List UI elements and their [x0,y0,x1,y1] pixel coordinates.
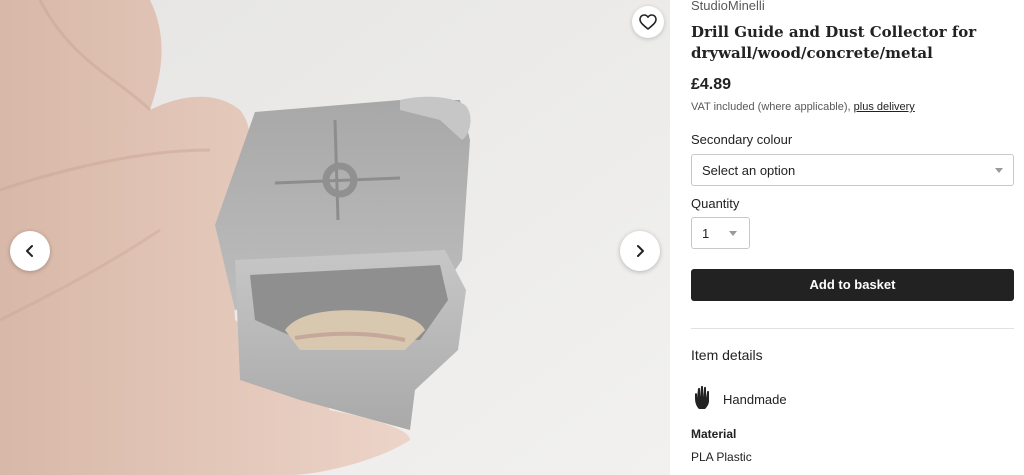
favorite-button[interactable] [632,6,664,38]
quantity-label: Quantity [691,196,740,211]
secondary-colour-select[interactable]: Select an option [691,154,1014,186]
quantity-select[interactable]: 1 [691,217,750,249]
next-image-button[interactable] [620,231,660,271]
previous-image-button[interactable] [10,231,50,271]
chevron-down-icon [995,168,1003,173]
handmade-text: Handmade [723,392,787,407]
material-value: PLA Plastic [691,450,752,464]
product-title: Drill Guide and Dust Collector for drywa… [691,23,977,62]
product-image-gallery [0,0,670,475]
material-label: Material [691,427,737,441]
vat-note: VAT included (where applicable), plus de… [691,101,915,113]
chevron-left-icon [26,245,33,257]
quantity-value: 1 [702,226,710,241]
product-photo [0,0,670,475]
divider [691,328,1014,329]
chevron-right-icon [637,245,644,257]
chevron-down-icon [729,231,737,236]
shop-name-link[interactable]: StudioMinelli [691,0,765,13]
heart-icon [639,14,657,30]
secondary-colour-label: Secondary colour [691,132,793,147]
delivery-link[interactable]: plus delivery [854,101,915,113]
product-price: £4.89 [691,76,732,93]
hand-icon [693,385,715,416]
vat-text: VAT included (where applicable), [691,101,851,113]
secondary-colour-value: Select an option [702,163,796,178]
add-to-basket-button[interactable]: Add to basket [691,269,1014,301]
item-details-heading: Item details [691,347,763,363]
